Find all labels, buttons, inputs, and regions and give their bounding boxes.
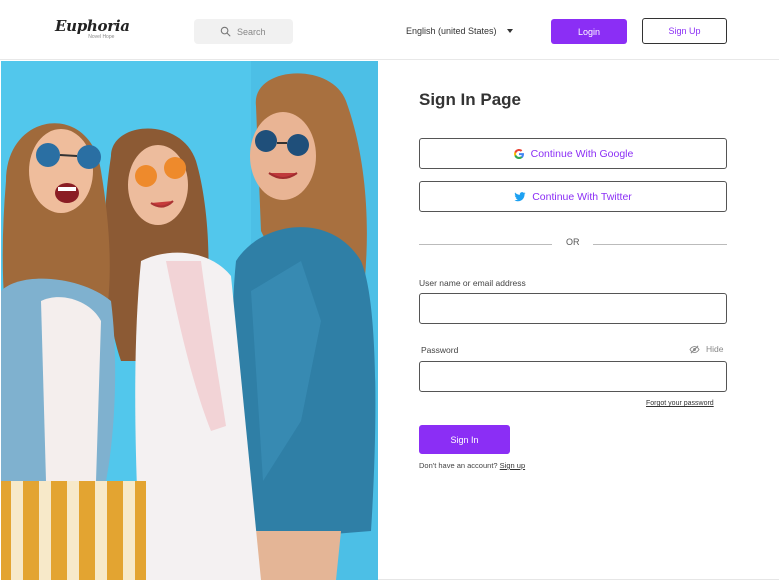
username-label: User name or email address bbox=[419, 278, 526, 288]
signup-button[interactable]: Sign Up bbox=[642, 18, 727, 44]
hide-password-toggle[interactable]: Hide bbox=[689, 344, 723, 354]
continue-with-google-button[interactable]: Continue With Google bbox=[419, 138, 727, 169]
page-title: Sign In Page bbox=[419, 90, 522, 109]
search-placeholder: Search bbox=[237, 26, 266, 37]
login-button[interactable]: Login bbox=[551, 19, 627, 44]
bottom-divider bbox=[378, 579, 779, 580]
password-field[interactable] bbox=[419, 361, 727, 392]
google-icon bbox=[513, 148, 524, 159]
sign-in-button[interactable]: Sign In bbox=[419, 425, 510, 454]
brand-logo[interactable]: Euphoria Novel Hope bbox=[55, 17, 130, 41]
logo-text: Euphoria bbox=[55, 17, 130, 35]
language-selector[interactable]: English (united States) bbox=[406, 26, 513, 36]
hero-photo bbox=[1, 61, 378, 580]
forgot-password-link[interactable]: Forgot your password bbox=[646, 400, 714, 407]
top-header: Euphoria Novel Hope Search English (unit… bbox=[0, 0, 779, 60]
no-account-prompt: Don't have an account? Sign up bbox=[419, 461, 525, 470]
divider-line-left bbox=[419, 244, 552, 245]
language-label: English (united States) bbox=[406, 26, 497, 36]
hero-photo-illustration bbox=[1, 61, 378, 580]
google-button-label: Continue With Google bbox=[530, 147, 634, 160]
continue-with-twitter-button[interactable]: Continue With Twitter bbox=[419, 181, 727, 212]
hide-label: Hide bbox=[706, 344, 724, 354]
eye-slash-icon bbox=[689, 345, 700, 353]
divider-line-right bbox=[593, 244, 727, 245]
username-field[interactable] bbox=[419, 293, 727, 324]
sign-up-link[interactable]: Sign up bbox=[500, 461, 525, 470]
or-divider: OR bbox=[419, 237, 727, 249]
no-account-text: Don't have an account? bbox=[419, 461, 498, 470]
password-label: Password bbox=[421, 345, 459, 355]
chevron-down-icon bbox=[506, 29, 513, 33]
search-box[interactable]: Search bbox=[194, 19, 293, 44]
or-text: OR bbox=[566, 237, 580, 247]
twitter-icon bbox=[514, 191, 526, 201]
search-icon bbox=[220, 26, 231, 37]
logo-subtext: Novel Hope bbox=[88, 34, 115, 40]
twitter-button-label: Continue With Twitter bbox=[532, 190, 632, 203]
